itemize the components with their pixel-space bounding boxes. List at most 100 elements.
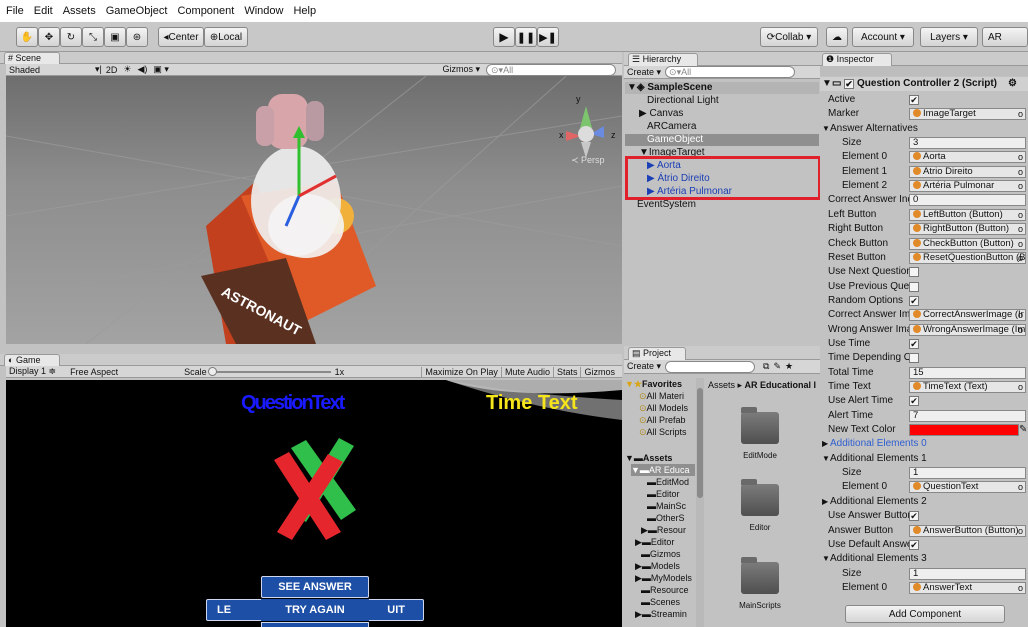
inspector-row-additional-elements-3[interactable]: ▼ Additional Elements 3 bbox=[820, 552, 1028, 566]
object-picker-icon[interactable]: o bbox=[1018, 107, 1023, 121]
project-folder[interactable]: ▬Scenes bbox=[641, 596, 680, 608]
scene-viewport[interactable]: ASTRONAUT y z x ≺ Persp bbox=[6, 76, 622, 344]
project-folder[interactable]: ▬Gizmos bbox=[641, 548, 681, 560]
object-reference-field[interactable]: WrongAnswerImage (Im bbox=[909, 323, 1026, 336]
folder-icon[interactable] bbox=[741, 557, 779, 594]
settings-gear-icon[interactable]: ⚙ bbox=[1008, 77, 1017, 91]
scale-slider[interactable] bbox=[207, 366, 331, 376]
object-reference-field[interactable]: AnswerText bbox=[909, 581, 1026, 594]
object-picker-icon[interactable]: o bbox=[1018, 222, 1023, 236]
object-reference-field[interactable]: AnswerButton (Button) bbox=[909, 524, 1026, 537]
breadcrumb-current[interactable]: AR Educational I bbox=[745, 380, 817, 390]
tab-scene[interactable]: # Scene bbox=[4, 52, 60, 64]
object-picker-icon[interactable]: o bbox=[1018, 480, 1023, 494]
tab-project[interactable]: ▤ Project bbox=[628, 347, 686, 360]
property-checkbox[interactable] bbox=[909, 281, 919, 292]
account-dropdown[interactable]: Account ▾ bbox=[852, 27, 914, 47]
game-gizmos-dropdown[interactable]: Gizmos bbox=[580, 366, 618, 377]
rotate-tool-icon[interactable]: ↻ bbox=[60, 27, 82, 47]
ok-button[interactable]: OK bbox=[261, 622, 369, 627]
breadcrumb-root[interactable]: Assets bbox=[708, 380, 735, 390]
component-header[interactable]: ▼ ▭ ✔ Question Controller 2 (Script) ⚙ bbox=[820, 77, 1028, 91]
property-checkbox[interactable]: ✔ bbox=[909, 295, 919, 306]
filter-icon[interactable]: ⧉ bbox=[763, 361, 769, 372]
object-picker-icon[interactable]: o bbox=[1018, 380, 1023, 394]
object-picker-icon[interactable]: o bbox=[1018, 208, 1023, 222]
color-swatch[interactable] bbox=[909, 424, 1019, 437]
favorite-item[interactable]: ⊙All Models bbox=[639, 402, 688, 414]
mute-audio-toggle[interactable]: Mute Audio bbox=[500, 366, 553, 377]
favorite-item[interactable]: ⊙All Scripts bbox=[639, 426, 687, 438]
tab-hierarchy[interactable]: ☰ Hierarchy bbox=[628, 53, 698, 66]
star-icon[interactable]: ★ bbox=[785, 361, 793, 372]
project-folder[interactable]: ▬Editor bbox=[647, 488, 680, 500]
scrollbar-thumb[interactable] bbox=[697, 388, 703, 498]
hierarchy-item-selected[interactable]: GameObject bbox=[625, 134, 819, 146]
object-reference-field[interactable]: Átrio Direito bbox=[909, 165, 1026, 178]
step-button[interactable]: ▶❚ bbox=[537, 27, 559, 47]
project-folder[interactable]: ▬Resource bbox=[641, 584, 689, 596]
menu-file[interactable]: File bbox=[6, 5, 24, 17]
display-dropdown[interactable]: Display 1 ≑ bbox=[9, 366, 56, 377]
rect-tool-icon[interactable]: ▣ bbox=[104, 27, 126, 47]
object-reference-field[interactable]: LeftButton (Button) bbox=[909, 208, 1026, 221]
object-reference-field[interactable]: Aorta bbox=[909, 151, 1026, 164]
persp-label[interactable]: ≺ Persp bbox=[571, 155, 605, 166]
object-reference-field[interactable]: ImageTarget bbox=[909, 108, 1026, 121]
favorite-item[interactable]: ⊙All Materi bbox=[639, 390, 684, 402]
property-checkbox[interactable]: ✔ bbox=[909, 539, 919, 550]
assets-root-row[interactable]: ▼▬Assets bbox=[625, 452, 672, 464]
value-field[interactable]: 1 bbox=[909, 467, 1026, 480]
play-button[interactable]: ▶ bbox=[493, 27, 515, 47]
project-folder[interactable]: ▶▬Streamin bbox=[635, 608, 687, 620]
favorites-row[interactable]: ▼★Favorites bbox=[625, 378, 682, 390]
hand-tool-icon[interactable]: ✋ bbox=[16, 27, 38, 47]
menu-edit[interactable]: Edit bbox=[34, 5, 53, 17]
scene-search-input[interactable]: ⊙▾All bbox=[486, 63, 616, 76]
inspector-row-additional-elements-2[interactable]: ▶ Additional Elements 2 bbox=[820, 495, 1028, 509]
see-answer-button[interactable]: SEE ANSWER bbox=[261, 576, 369, 598]
scale-tool-icon[interactable]: ⤡ bbox=[82, 27, 104, 47]
shading-dropdown[interactable]: Shaded bbox=[9, 65, 89, 75]
object-reference-field[interactable]: TimeText (Text) bbox=[909, 381, 1026, 393]
aspect-dropdown[interactable]: Free Aspect bbox=[70, 367, 180, 377]
favorite-item[interactable]: ⊙All Prefab bbox=[639, 414, 686, 426]
value-field[interactable]: 3 bbox=[909, 137, 1026, 150]
object-reference-field[interactable]: CorrectAnswerImage (Ir bbox=[909, 309, 1026, 322]
transform-tool-icon[interactable]: ⊛ bbox=[126, 27, 148, 47]
pivot-center-button[interactable]: ◂ Center bbox=[158, 27, 204, 47]
menu-help[interactable]: Help bbox=[293, 5, 316, 17]
effects-icon[interactable]: ▣ ▾ bbox=[153, 64, 169, 75]
maximize-on-play-toggle[interactable]: Maximize On Play bbox=[421, 366, 501, 377]
hierarchy-item[interactable]: ▶ Canvas bbox=[625, 108, 819, 120]
pivot-local-button[interactable]: ⊕ Local bbox=[204, 27, 248, 47]
lighting-icon[interactable]: ☀ bbox=[123, 64, 131, 75]
pause-button[interactable]: ❚❚ bbox=[515, 27, 537, 47]
hierarchy-scene-row[interactable]: ▼◈ SampleScene bbox=[625, 82, 819, 94]
project-folder[interactable]: ▶▬Editor bbox=[635, 536, 674, 548]
value-field[interactable]: 7 bbox=[909, 409, 1026, 422]
project-folder[interactable]: ▬OtherS bbox=[647, 512, 685, 524]
property-checkbox[interactable] bbox=[909, 353, 919, 364]
label-icon[interactable]: ✎ bbox=[773, 361, 781, 372]
orientation-gizmo[interactable] bbox=[566, 106, 604, 158]
property-checkbox[interactable]: ✔ bbox=[909, 95, 919, 105]
add-component-button[interactable]: Add Component bbox=[845, 605, 1005, 623]
menu-component[interactable]: Component bbox=[177, 5, 234, 17]
property-checkbox[interactable]: ✔ bbox=[909, 511, 919, 522]
object-reference-field[interactable]: RightButton (Button) bbox=[909, 223, 1026, 236]
inspector-row-answer-alternatives[interactable]: ▼ Answer Alternatives bbox=[820, 122, 1028, 136]
project-folder[interactable]: ▶▬Models bbox=[635, 560, 680, 572]
value-field[interactable]: 15 bbox=[909, 366, 1026, 379]
hierarchy-item[interactable]: Directional Light bbox=[625, 95, 819, 107]
eyedropper-icon[interactable]: ✎ bbox=[1019, 423, 1027, 437]
stats-toggle[interactable]: Stats bbox=[552, 366, 581, 377]
component-enabled-checkbox[interactable]: ✔ bbox=[844, 79, 854, 89]
try-again-button[interactable]: TRY AGAIN bbox=[261, 599, 369, 621]
folder-icon[interactable] bbox=[741, 407, 779, 444]
collab-button[interactable]: ⟳ Collab ▾ bbox=[760, 27, 818, 47]
layers-dropdown[interactable]: Layers ▾ bbox=[920, 27, 978, 47]
project-tree-scrollbar[interactable] bbox=[696, 378, 704, 627]
menu-window[interactable]: Window bbox=[244, 5, 283, 17]
hierarchy-search-input[interactable]: ⊙▾All bbox=[665, 66, 796, 78]
